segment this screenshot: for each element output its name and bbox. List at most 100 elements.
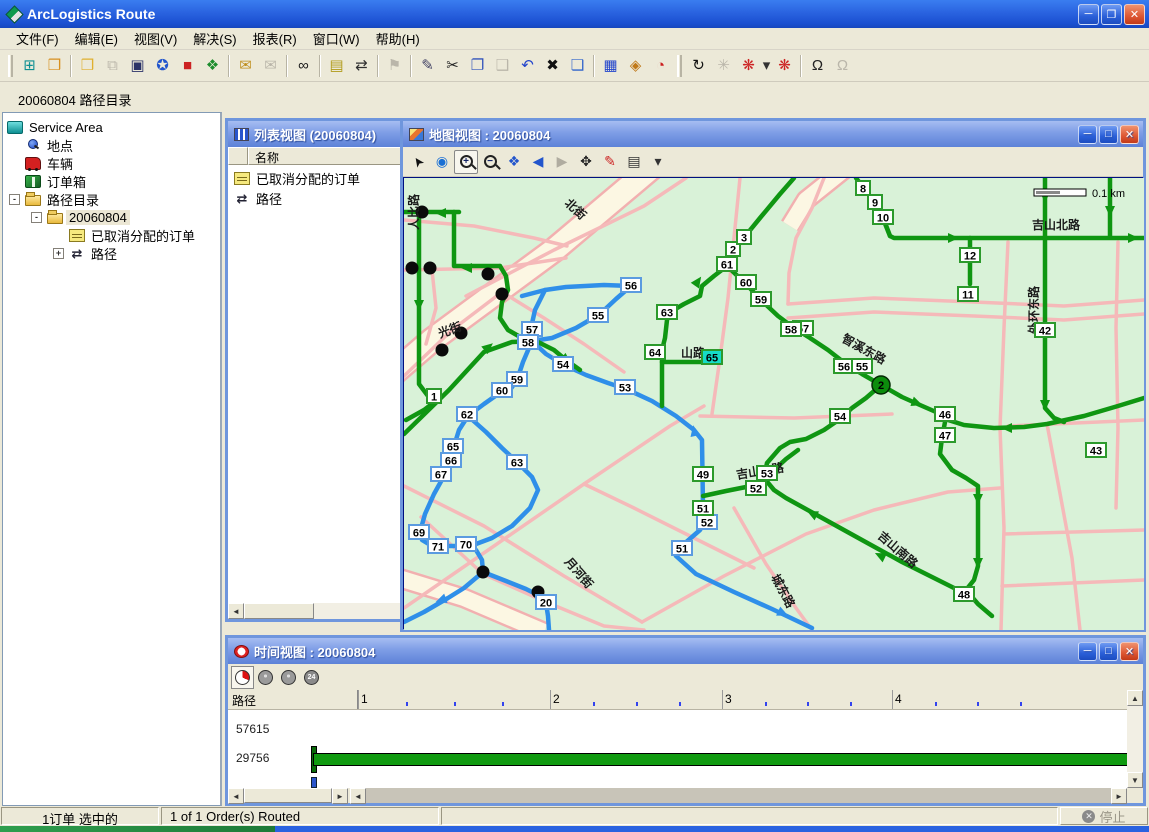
tree-item-已取消分配的订单[interactable]: 已取消分配的订单 — [3, 226, 220, 244]
time-vertical-scrollbar[interactable]: ▲ ▼ — [1127, 690, 1143, 788]
tree-label[interactable]: 路径目录 — [44, 190, 102, 209]
globe-icon[interactable]: ◉ — [430, 150, 454, 174]
print-caret-icon[interactable]: ▾ — [646, 150, 670, 174]
tree-item-车辆[interactable]: 车辆 — [3, 154, 220, 172]
map-close-button[interactable]: ✕ — [1120, 125, 1139, 144]
map-svg[interactable]: 北街人比路光街山路智溪东路吉山北路外环东路吉山二路吉山南路城东路月河街56555… — [404, 178, 1144, 630]
open-icon[interactable]: ❒ — [42, 53, 67, 78]
collapse-icon[interactable]: - — [9, 194, 20, 205]
map-marker-52[interactable]: 52 — [746, 481, 766, 496]
copy-icon[interactable]: ❐ — [465, 53, 490, 78]
map-marker-20[interactable]: 20 — [536, 595, 556, 610]
map-marker-3[interactable]: 3 — [737, 230, 751, 245]
scroll-right-icon[interactable]: ► — [332, 788, 348, 804]
unassign-icon[interactable]: ❋ — [772, 53, 797, 78]
stop-dot[interactable] — [424, 262, 437, 275]
map-marker-46[interactable]: 46 — [935, 407, 955, 422]
time-minimize-button[interactable]: ─ — [1078, 642, 1097, 661]
map-marker-60[interactable]: 60 — [492, 383, 512, 398]
map-marker-43[interactable]: 43 — [1086, 443, 1106, 458]
tree-label[interactable]: 地点 — [44, 136, 76, 155]
time-view-icon[interactable]: ◔ — [648, 53, 673, 78]
map-marker-47[interactable]: 47 — [935, 428, 955, 443]
map-marker-49[interactable]: 49 — [693, 467, 713, 482]
map-marker-51[interactable]: 51 — [672, 541, 692, 556]
tree-item-20060804[interactable]: -20060804 — [3, 208, 220, 226]
list-header-blank[interactable] — [228, 147, 248, 165]
route-name-57615[interactable]: 57615 — [236, 722, 269, 736]
import-orders-icon[interactable]: ✉ — [233, 53, 258, 78]
map-marker-56[interactable]: 56 — [621, 278, 641, 293]
save-icon[interactable]: ▣ — [125, 53, 150, 78]
stop-dot[interactable] — [436, 344, 449, 357]
menu-item-2[interactable]: 视图(V) — [126, 27, 185, 50]
map-marker-53[interactable]: 53 — [757, 466, 777, 481]
map-marker-1[interactable]: 1 — [427, 389, 441, 404]
map-marker-51[interactable]: 51 — [693, 501, 713, 516]
pan-icon[interactable]: ✥ — [574, 150, 598, 174]
routes-tool-icon[interactable]: ⇄ — [349, 53, 374, 78]
map-marker-8[interactable]: 8 — [856, 181, 870, 196]
prev-extent-icon[interactable]: ◀ — [526, 150, 550, 174]
vehicles-icon[interactable]: ■ — [175, 53, 200, 78]
menu-item-5[interactable]: 窗口(W) — [305, 27, 368, 50]
delete-icon[interactable]: ✖ — [540, 53, 565, 78]
map-marker-55[interactable]: 55 — [852, 359, 872, 374]
assign-caret-icon[interactable]: ▾ — [761, 53, 772, 78]
menu-item-3[interactable]: 解决(S) — [185, 27, 244, 50]
collapse-icon[interactable]: - — [31, 212, 42, 223]
map-marker-61[interactable]: 61 — [717, 257, 737, 272]
zoom-extent-icon[interactable]: ❖ — [502, 150, 526, 174]
map-marker-54[interactable]: 54 — [830, 409, 850, 424]
map-marker-54[interactable]: 54 — [553, 357, 573, 372]
map-marker-52[interactable]: 52 — [697, 515, 717, 530]
map-marker-55[interactable]: 55 — [588, 308, 608, 323]
scale-quarter-icon[interactable] — [231, 666, 254, 689]
order-box-icon[interactable]: ❖ — [200, 53, 225, 78]
scroll-left-icon[interactable]: ◄ — [228, 603, 244, 619]
properties-icon[interactable]: ✎ — [415, 53, 440, 78]
stop-dot[interactable] — [482, 268, 495, 281]
new-folder-icon[interactable]: ❒ — [75, 53, 100, 78]
tree-label[interactable]: 车辆 — [44, 154, 76, 173]
scroll-down-icon[interactable]: ▼ — [1127, 772, 1143, 788]
scroll-track[interactable] — [366, 788, 1111, 803]
pointer-icon[interactable]: ➤ — [406, 150, 430, 174]
scroll-left-icon[interactable]: ◄ — [228, 788, 244, 804]
map-marker-64[interactable]: 64 — [645, 345, 665, 360]
map-view-titlebar[interactable]: 地图视图 : 20060804 ─ □ ✕ — [403, 121, 1143, 147]
table-view-icon[interactable]: ▦ — [598, 53, 623, 78]
map-canvas[interactable]: 北街人比路光街山路智溪东路吉山北路外环东路吉山二路吉山南路城东路月河街56555… — [403, 177, 1143, 629]
scroll-thumb[interactable] — [244, 788, 332, 803]
undo-icon[interactable]: ↶ — [515, 53, 540, 78]
tree-label[interactable]: 路径 — [88, 244, 120, 263]
map-marker-69[interactable]: 69 — [409, 525, 429, 540]
map-marker-48[interactable]: 48 — [954, 587, 974, 602]
map-view-icon[interactable]: ◈ — [623, 53, 648, 78]
map-marker-53[interactable]: 53 — [615, 380, 635, 395]
menu-item-4[interactable]: 报表(R) — [245, 27, 305, 50]
locations-icon[interactable]: ✪ — [150, 53, 175, 78]
scale-hour-icon[interactable] — [277, 666, 300, 689]
map-marker-65[interactable]: 65 — [443, 439, 463, 454]
map-minimize-button[interactable]: ─ — [1078, 125, 1097, 144]
find-icon[interactable]: ∞ — [291, 53, 316, 78]
scroll-thumb[interactable] — [244, 603, 314, 619]
scroll-right-icon[interactable]: ► — [1111, 788, 1127, 804]
map-marker-58[interactable]: 58 — [781, 322, 801, 337]
solve-icon[interactable]: ↻ — [686, 53, 711, 78]
map-marker-11[interactable]: 11 — [958, 287, 978, 302]
cut-icon[interactable]: ✂ — [440, 53, 465, 78]
depot-marker[interactable]: 2 — [872, 376, 890, 394]
map-marker-66[interactable]: 66 — [441, 453, 461, 468]
map-marker-10[interactable]: 10 — [873, 210, 893, 225]
tree-item-路径[interactable]: +⇄路径 — [3, 244, 220, 262]
tree-item-路径目录[interactable]: - 路径目录 — [3, 190, 220, 208]
gantt-time-cursor[interactable] — [311, 777, 317, 788]
time-view-titlebar[interactable]: 时间视图 : 20060804 ─ □ ✕ — [228, 638, 1143, 664]
tree-label[interactable]: 已取消分配的订单 — [88, 226, 198, 245]
menu-item-0[interactable]: 文件(F) — [8, 27, 67, 50]
tree-item-订单箱[interactable]: 订单箱 — [3, 172, 220, 190]
map-marker-59[interactable]: 59 — [751, 292, 771, 307]
print-icon[interactable]: ▤ — [622, 150, 646, 174]
